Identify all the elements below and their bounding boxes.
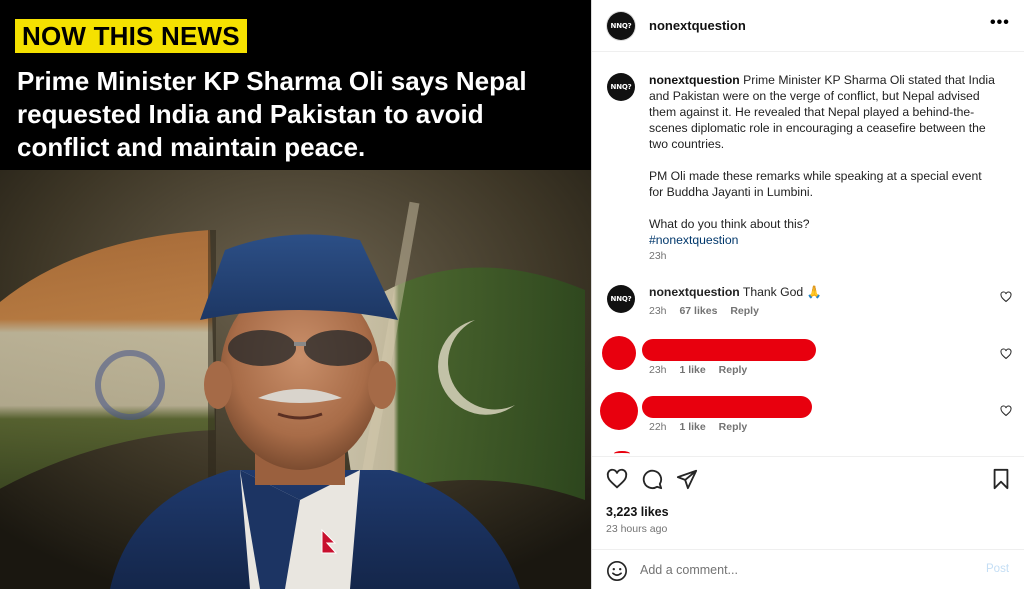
emoji-icon[interactable] — [606, 560, 628, 582]
caption-hashtag[interactable]: #nonextquestion — [649, 232, 999, 248]
caption-body: nonextquestion Prime Minister KP Sharma … — [649, 72, 999, 248]
author-username[interactable]: nonextquestion — [649, 18, 746, 33]
caption-paragraph-1: nonextquestion Prime Minister KP Sharma … — [649, 72, 999, 152]
caption-username[interactable]: nonextquestion — [649, 73, 740, 87]
post-media[interactable]: NOW THIS NEWS Prime Minister KP Sharma O… — [0, 0, 591, 589]
redacted-comment-text — [642, 396, 812, 418]
comment-body: Thank God 🙏 — [742, 285, 822, 299]
comment-bubble-icon[interactable] — [641, 468, 663, 490]
comment-age: 23h — [649, 305, 667, 317]
more-options-icon[interactable]: ••• — [990, 14, 1010, 32]
caption-paragraph-3: What do you think about this? — [649, 217, 810, 231]
comment-like-heart-icon[interactable] — [1000, 405, 1012, 417]
comment-input[interactable] — [640, 558, 970, 582]
comment-like-heart-icon[interactable] — [1000, 348, 1012, 360]
comment-reply-button[interactable]: Reply — [730, 305, 759, 317]
comment-reply-button[interactable]: Reply — [719, 364, 748, 376]
post-actions: 3,223 likes 23 hours ago Post — [592, 456, 1024, 589]
post-sidebar: NNQ? nonextquestion ••• NNQ? nonextquest… — [591, 0, 1024, 589]
comment-username[interactable]: nonextquestion — [649, 285, 740, 299]
add-comment-bar: Post — [592, 549, 1024, 589]
comment-likes[interactable]: 1 like — [679, 421, 705, 433]
comment-likes[interactable]: 67 likes — [679, 305, 717, 317]
share-send-icon[interactable] — [676, 468, 698, 490]
save-bookmark-icon[interactable] — [990, 468, 1012, 490]
caption-avatar[interactable]: NNQ? — [607, 73, 635, 101]
comment-reply-button[interactable]: Reply — [719, 421, 748, 433]
redacted-avatar — [602, 336, 636, 370]
redacted-comment-text — [642, 339, 816, 361]
comment-likes[interactable]: 1 like — [679, 364, 705, 376]
comment-item: NNQ? nonextquestion Thank God 🙏 23h 67 l… — [592, 285, 1024, 340]
author-avatar[interactable]: NNQ? — [607, 12, 635, 40]
comment-like-heart-icon[interactable] — [1000, 291, 1012, 303]
post-comment-button[interactable]: Post — [986, 563, 1009, 575]
comment-meta: 23h 1 like Reply — [649, 364, 757, 376]
comment-age: 23h — [649, 364, 667, 376]
post-timestamp: 23 hours ago — [606, 523, 668, 535]
comment-item: 23h 1 like Reply — [592, 336, 1024, 395]
post-header: NNQ? nonextquestion ••• — [592, 0, 1024, 52]
caption-paragraph-2: PM Oli made these remarks while speaking… — [649, 169, 982, 199]
comment-meta: 23h 67 likes Reply — [649, 305, 769, 317]
like-heart-icon[interactable] — [606, 468, 628, 490]
comment-avatar[interactable]: NNQ? — [607, 285, 635, 313]
likes-count[interactable]: 3,223 likes — [606, 505, 669, 519]
news-tag: NOW THIS NEWS — [15, 19, 247, 53]
comment-item: 22h 1 like Reply — [592, 392, 1024, 452]
post-photo — [0, 170, 591, 589]
comment-meta: 22h 1 like Reply — [649, 421, 757, 433]
post-headline: Prime Minister KP Sharma Oli says Nepal … — [17, 66, 527, 162]
caption-age: 23h — [649, 250, 667, 262]
comment-text: nonextquestion Thank God 🙏 — [649, 285, 822, 299]
redacted-avatar — [600, 392, 638, 430]
comment-age: 22h — [649, 421, 667, 433]
